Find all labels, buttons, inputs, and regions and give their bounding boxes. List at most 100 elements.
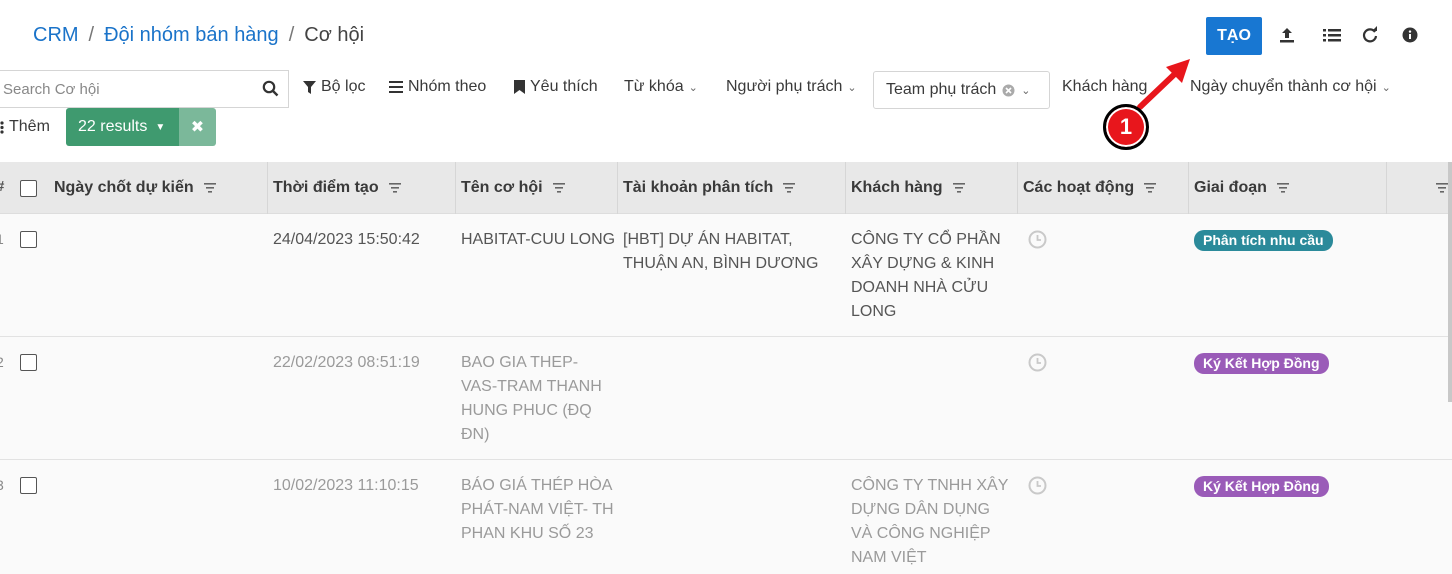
more-filters[interactable]: Thêm — [0, 118, 50, 136]
stage-cell: Phân tích nhu cầu — [1194, 229, 1333, 253]
customer-cell: CÔNG TY CỔ PHẦN XÂY DỰNG & KINH DOANH NH… — [851, 231, 1001, 320]
created-cell: 10/02/2023 11:10:15 — [273, 477, 419, 494]
created-cell: 24/04/2023 15:50:42 — [273, 231, 420, 248]
table-row[interactable]: 1 24/04/2023 15:50:42 HABITAT-CUU LONG [… — [0, 214, 1452, 337]
bars-icon — [389, 81, 403, 93]
row-number: 2 — [0, 354, 4, 370]
table-row[interactable]: 3 10/02/2023 11:10:15 BÁO GIÁ THÉP HÒA P… — [0, 460, 1452, 574]
sort-icon[interactable] — [1276, 183, 1289, 193]
dots-vertical-icon — [0, 120, 4, 134]
results-dropdown[interactable]: 22 results ▼ — [66, 108, 179, 146]
sort-icon[interactable] — [1144, 183, 1157, 193]
clear-results-button[interactable]: ✖ — [179, 108, 216, 146]
close-icon: ✖ — [190, 119, 205, 136]
row-number: 3 — [0, 477, 4, 493]
stage-badge: Phân tích nhu cầu — [1194, 230, 1333, 251]
sort-icon[interactable] — [552, 183, 565, 193]
header-created[interactable]: Thời điểm tạo — [268, 162, 456, 214]
group-by-menu[interactable]: Nhóm theo — [389, 78, 486, 96]
customer-cell: CÔNG TY TNHH XÂY DỰNG DÂN DỤNG VÀ CÔNG N… — [851, 477, 1009, 566]
header-name[interactable]: Tên cơ hội — [456, 162, 618, 214]
converted-date-filter[interactable]: Ngày chuyển thành cơ hội ⌄ — [1190, 78, 1391, 96]
row-checkbox[interactable] — [20, 231, 37, 248]
header-label: Tên cơ hội — [461, 179, 543, 196]
row-checkbox[interactable] — [20, 354, 37, 371]
header-close-date[interactable]: Ngày chốt dự kiến — [49, 162, 268, 214]
chevron-down-icon: ⌄ — [688, 81, 698, 94]
header-extra[interactable] — [1387, 162, 1452, 214]
clock-icon[interactable] — [1028, 476, 1047, 500]
team-filter[interactable]: Team phụ trách ⌄ — [873, 71, 1050, 109]
refresh-icon[interactable] — [1360, 25, 1380, 45]
search-input[interactable] — [0, 74, 249, 104]
vertical-scrollbar[interactable] — [1448, 162, 1452, 402]
bookmark-icon — [514, 80, 525, 94]
create-button[interactable]: TẠO — [1206, 17, 1262, 55]
header-account[interactable]: Tài khoản phân tích — [618, 162, 846, 214]
header-stage[interactable]: Giai đoạn — [1189, 162, 1387, 214]
converted-date-label: Ngày chuyển thành cơ hội — [1190, 78, 1377, 95]
chevron-down-icon: ⌄ — [847, 81, 857, 94]
breadcrumb: CRM / Đội nhóm bán hàng / Cơ hội — [33, 24, 364, 47]
filter-menu[interactable]: Bộ lọc — [303, 78, 365, 96]
breadcrumb-team[interactable]: Đội nhóm bán hàng — [104, 24, 279, 47]
select-all-checkbox[interactable] — [20, 180, 37, 197]
group-by-label: Nhóm theo — [408, 78, 487, 95]
breadcrumb-separator: / — [288, 24, 295, 46]
sort-icon[interactable] — [388, 183, 401, 193]
filter-icon — [303, 80, 316, 94]
stage-badge: Ký Kết Hợp Đồng — [1194, 353, 1329, 374]
annotation-arrow-icon — [1137, 59, 1190, 110]
opportunities-table: # Ngày chốt dự kiến Thời điểm tạo Tên cơ… — [0, 162, 1452, 574]
header-label: Tài khoản phân tích — [623, 179, 774, 196]
stage-badge: Ký Kết Hợp Đồng — [1194, 476, 1329, 497]
upload-icon[interactable] — [1277, 25, 1297, 45]
header-activities[interactable]: Các hoạt động — [1018, 162, 1189, 214]
name-cell: HABITAT-CUU LONG — [461, 231, 616, 248]
breadcrumb-crm[interactable]: CRM — [33, 24, 79, 47]
row-number: 1 — [0, 231, 4, 247]
header-label: Giai đoạn — [1194, 179, 1267, 196]
annotation-marker: 1 — [1103, 104, 1149, 150]
info-icon[interactable] — [1400, 25, 1420, 45]
sort-icon[interactable] — [203, 183, 216, 193]
more-label: Thêm — [9, 118, 50, 135]
filter-label: Bộ lọc — [321, 78, 366, 95]
table-row[interactable]: 2 22/02/2023 08:51:19 BAO GIA THEP-VAS-T… — [0, 337, 1452, 460]
sort-icon[interactable] — [1436, 183, 1448, 193]
sort-icon[interactable] — [952, 183, 965, 193]
favorites-label: Yêu thích — [530, 78, 598, 95]
chevron-down-icon: ⌄ — [1021, 84, 1031, 97]
results-badge: 22 results ▼ ✖ — [66, 108, 216, 146]
list-view-icon[interactable] — [1322, 25, 1342, 45]
account-cell: [HBT] DỰ ÁN HABITAT, THUẬN AN, BÌNH DƯƠN… — [623, 231, 819, 272]
header-label: Khách hàng — [851, 179, 943, 196]
owner-label: Người phụ trách — [726, 78, 843, 95]
row-checkbox[interactable] — [20, 477, 37, 494]
created-cell: 22/02/2023 08:51:19 — [273, 354, 420, 371]
search-icon[interactable] — [262, 80, 279, 102]
breadcrumb-separator: / — [88, 24, 95, 46]
keyword-filter[interactable]: Từ khóa ⌄ — [624, 78, 698, 96]
owner-filter[interactable]: Người phụ trách ⌄ — [726, 78, 857, 96]
favorites-menu[interactable]: Yêu thích — [514, 78, 598, 96]
header-customer[interactable]: Khách hàng — [846, 162, 1018, 214]
keyword-label: Từ khóa — [624, 78, 684, 95]
page-title: Cơ hội — [304, 24, 365, 46]
clock-icon[interactable] — [1028, 230, 1047, 254]
header-num: # — [0, 178, 4, 195]
table-header: # Ngày chốt dự kiến Thời điểm tạo Tên cơ… — [0, 162, 1452, 214]
clear-circle-icon[interactable] — [1002, 84, 1015, 97]
name-cell: BAO GIA THEP-VAS-TRAM THANH HUNG PHUC (Đ… — [461, 354, 602, 443]
stage-cell: Ký Kết Hợp Đồng — [1194, 352, 1329, 376]
name-cell: BÁO GIÁ THÉP HÒA PHÁT-NAM VIỆT- TH PHAN … — [461, 477, 614, 542]
search-box — [0, 70, 289, 108]
sort-icon[interactable] — [783, 183, 796, 193]
team-label: Team phụ trách — [886, 81, 997, 98]
chevron-down-icon: ⌄ — [1381, 81, 1391, 94]
header-label: Ngày chốt dự kiến — [54, 179, 194, 196]
caret-down-icon: ▼ — [155, 121, 166, 133]
results-count: 22 results — [78, 118, 148, 135]
clock-icon[interactable] — [1028, 353, 1047, 377]
header-label: Các hoạt động — [1023, 179, 1135, 196]
